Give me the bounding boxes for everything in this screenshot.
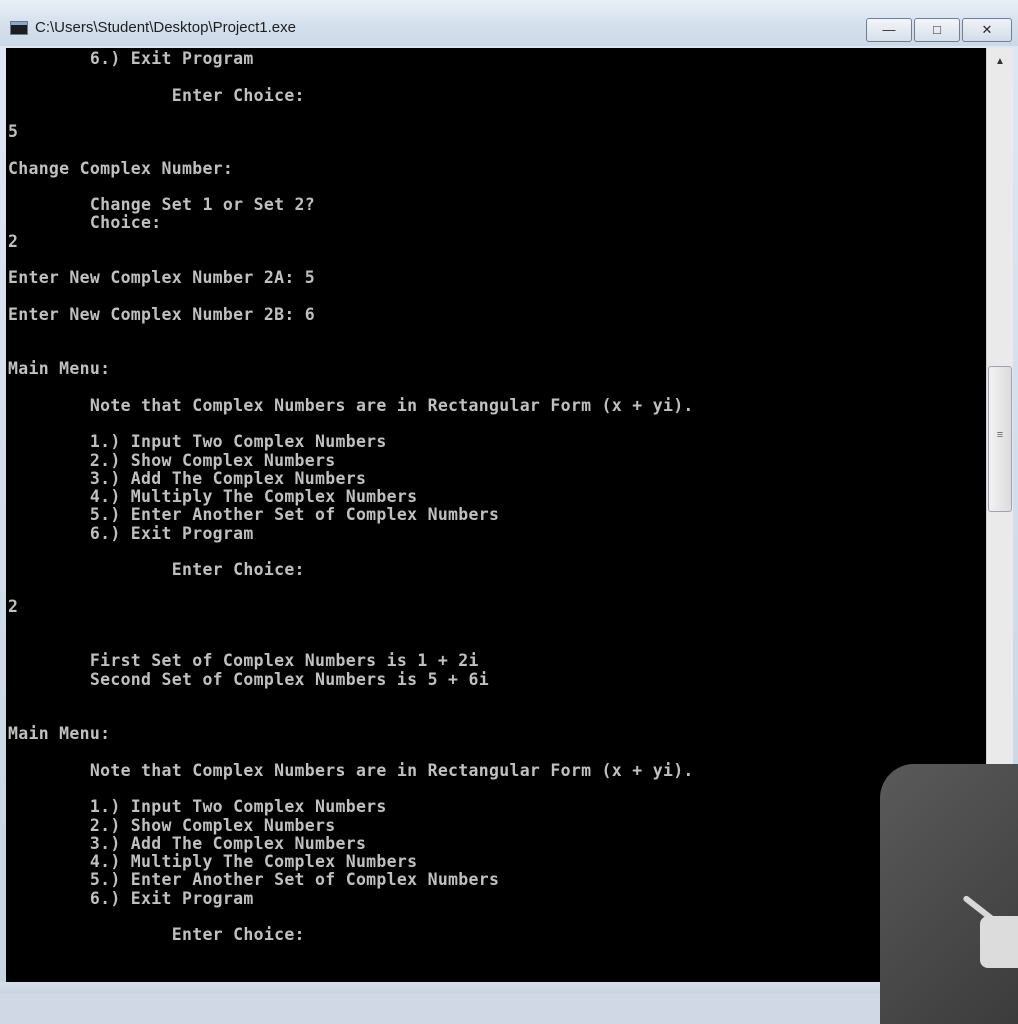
console-app-icon[interactable] [10, 21, 28, 35]
console-output-area[interactable]: 6.) Exit Program Enter Choice: 5 Change … [6, 48, 986, 982]
grip-icon: ≡ [996, 429, 1004, 441]
window-title: C:\Users\Student\Desktop\Project1.exe [35, 19, 296, 36]
scroll-up-arrow-icon[interactable]: ▲ [987, 48, 1013, 76]
title-bar[interactable]: C:\Users\Student\Desktop\Project1.exe — … [0, 0, 1018, 46]
close-button[interactable]: ✕ [962, 18, 1012, 42]
window-bottom-border [0, 982, 1018, 994]
scrollbar-thumb[interactable]: ≡ [988, 366, 1012, 512]
console-text: 6.) Exit Program Enter Choice: 5 Change … [8, 49, 694, 944]
minimize-button[interactable]: — [866, 18, 912, 42]
maximize-button[interactable]: □ [914, 18, 960, 42]
overlay-key-icon [980, 916, 1018, 968]
console-window: C:\Users\Student\Desktop\Project1.exe — … [0, 0, 1018, 1024]
floating-overlay-widget[interactable] [880, 764, 1018, 1024]
